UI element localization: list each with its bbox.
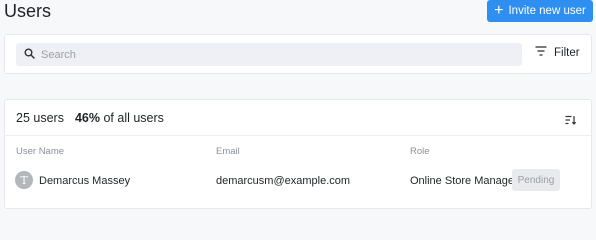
search-field[interactable] (16, 43, 522, 66)
plus-icon: + (494, 1, 504, 19)
users-table-panel: 25 users 46% of all users User Name Emai… (4, 99, 592, 209)
column-header-email[interactable]: Email (216, 146, 240, 157)
role-cell: Online Store Manager (410, 175, 518, 187)
filter-button[interactable]: Filter (535, 46, 580, 59)
email-cell: demarcusm@example.com (216, 175, 351, 187)
users-summary: 25 users 46% of all users (16, 111, 164, 125)
percent-value: 46% (74, 111, 100, 125)
sort-icon[interactable] (565, 112, 577, 130)
percent-suffix: of all users (103, 111, 164, 125)
divider (5, 135, 591, 136)
search-panel: Filter (4, 34, 592, 74)
user-count: 25 users (16, 111, 64, 125)
search-icon (24, 46, 35, 64)
user-percentage: 46% of all users (75, 111, 164, 125)
invite-button-label: Invite new user (508, 5, 586, 17)
column-header-role[interactable]: Role (410, 146, 430, 157)
avatar: T (15, 171, 33, 189)
filter-icon (535, 46, 547, 59)
status-badge: Pending (512, 169, 560, 191)
table-row[interactable]: T Demarcus Massey demarcusm@example.com … (5, 168, 591, 196)
column-header-user-name[interactable]: User Name (16, 146, 64, 157)
page-title: Users (4, 1, 52, 21)
invite-new-user-button[interactable]: + Invite new user (487, 0, 593, 22)
search-input[interactable] (41, 48, 511, 61)
user-name-cell: Demarcus Massey (39, 175, 131, 187)
filter-label: Filter (554, 46, 580, 59)
